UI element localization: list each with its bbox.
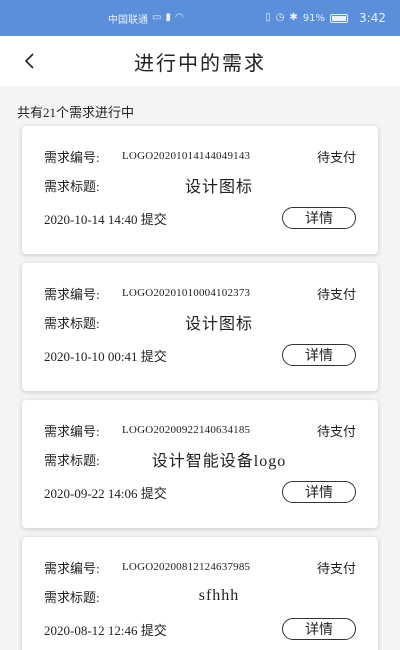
signal-icon: ▮: [165, 12, 171, 23]
code-label: 需求编号:: [44, 560, 100, 576]
order-card: 需求编号: LOGO20200812124637985 待支付 需求标题: sf…: [22, 537, 378, 650]
vibrate-icon: ▯: [265, 12, 271, 23]
order-list: 需求编号: LOGO20201014144049143 待支付 需求标题: 设计…: [0, 126, 400, 650]
code-label: 需求编号:: [44, 423, 100, 439]
chevron-left-icon: [24, 53, 34, 69]
battery-icon: [330, 13, 349, 23]
code-label: 需求编号:: [44, 286, 100, 302]
submit-time: 2020-10-14 14:40: [44, 211, 138, 227]
summary-text: 共有21个需求进行中: [17, 105, 135, 120]
battery-percent: 91%: [302, 12, 326, 24]
submit-info: 2020-10-14 14:40 提交: [44, 209, 167, 228]
order-status: 待支付: [316, 423, 356, 439]
order-code: LOGO20201014144049143: [122, 150, 251, 162]
hd-icon: ▭: [152, 12, 162, 23]
order-status: 待支付: [316, 149, 356, 165]
bluetooth-icon: ✱: [289, 12, 298, 23]
back-button[interactable]: [12, 44, 46, 78]
order-code: LOGO20200922140634185: [122, 424, 251, 436]
detail-button[interactable]: 详情: [282, 618, 356, 640]
order-title: 设计图标: [184, 179, 253, 196]
submit-label: 提交: [140, 622, 167, 638]
submit-info: 2020-09-22 14:06 提交: [44, 483, 167, 502]
detail-button[interactable]: 详情: [282, 207, 356, 229]
submit-label: 提交: [140, 348, 167, 364]
page-title: 进行中的需求: [134, 52, 266, 75]
order-code: LOGO20200812124637985: [122, 561, 251, 573]
order-code: LOGO20201010004102373: [122, 287, 251, 299]
title-label: 需求标题:: [44, 178, 100, 194]
title-label: 需求标题:: [44, 452, 100, 468]
detail-button[interactable]: 详情: [282, 481, 356, 503]
status-time: 3:42: [359, 11, 386, 25]
submit-label: 提交: [140, 485, 167, 501]
order-title: sfhhh: [198, 587, 240, 604]
submit-time: 2020-09-22 14:06: [44, 485, 138, 501]
submit-info: 2020-10-10 00:41 提交: [44, 346, 167, 365]
submit-time: 2020-08-12 12:46: [44, 622, 138, 638]
submit-time: 2020-10-10 00:41: [44, 348, 138, 364]
nav-bar: 进行中的需求: [0, 36, 400, 86]
code-label: 需求编号:: [44, 149, 100, 165]
wifi-icon: ◠: [174, 12, 184, 23]
alarm-icon: ◷: [275, 12, 285, 23]
order-card: 需求编号: LOGO20201014144049143 待支付 需求标题: 设计…: [22, 126, 378, 254]
carrier-label: 中国联通: [108, 14, 148, 26]
detail-button[interactable]: 详情: [282, 344, 356, 366]
submit-info: 2020-08-12 12:46 提交: [44, 620, 167, 639]
order-status: 待支付: [316, 286, 356, 302]
order-card: 需求编号: LOGO20200922140634185 待支付 需求标题: 设计…: [22, 400, 378, 528]
order-status: 待支付: [316, 560, 356, 576]
order-title: 设计智能设备logo: [151, 453, 287, 470]
order-card: 需求编号: LOGO20201010004102373 待支付 需求标题: 设计…: [22, 263, 378, 391]
title-label: 需求标题:: [44, 315, 100, 331]
status-bar: 中国联通 ▭ ▮ ◠ ▯ ◷ ✱ 91% 3:42: [0, 0, 400, 36]
submit-label: 提交: [140, 211, 167, 227]
title-label: 需求标题:: [44, 589, 100, 605]
order-title: 设计图标: [184, 316, 253, 333]
